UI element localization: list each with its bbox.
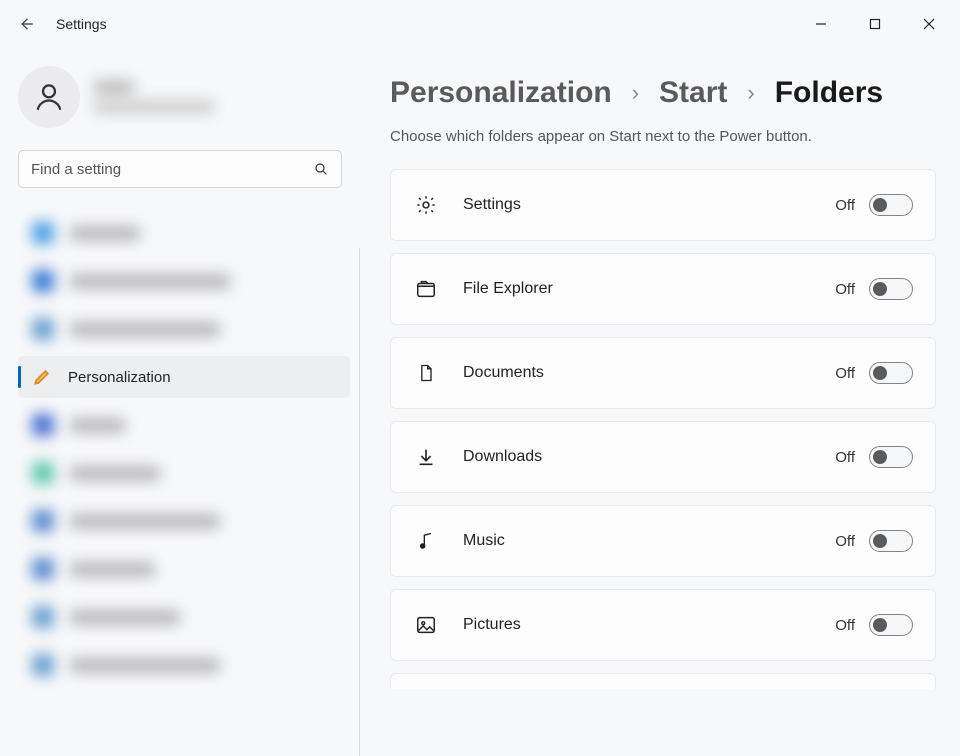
toggle-switch[interactable] xyxy=(869,278,913,300)
toggle-switch[interactable] xyxy=(869,530,913,552)
sidebar-item[interactable] xyxy=(18,596,350,638)
sidebar-item[interactable] xyxy=(18,500,350,542)
toggle-state-label: Off xyxy=(835,197,855,214)
maximize-icon xyxy=(869,18,881,30)
breadcrumb: Personalization › Start › Folders xyxy=(390,76,936,110)
toggle-switch[interactable] xyxy=(869,194,913,216)
sidebar-item-personalization[interactable]: Personalization xyxy=(18,356,350,398)
main-content: Personalization › Start › Folders Choose… xyxy=(360,48,960,756)
search-input[interactable] xyxy=(31,161,313,178)
breadcrumb-start[interactable]: Start xyxy=(659,76,727,110)
search-icon xyxy=(313,161,329,177)
back-arrow-icon xyxy=(17,15,35,33)
music-icon xyxy=(416,530,436,552)
sidebar-item[interactable] xyxy=(18,404,350,446)
toggle-state-label: Off xyxy=(835,281,855,298)
folder-card-settings: Settings Off xyxy=(390,169,936,241)
profile-section[interactable] xyxy=(18,56,350,146)
chevron-right-icon: › xyxy=(747,80,754,106)
document-icon xyxy=(416,362,436,384)
folder-label: File Explorer xyxy=(463,280,553,298)
breadcrumb-folders: Folders xyxy=(775,76,883,110)
search-box[interactable] xyxy=(18,150,342,188)
sidebar-item[interactable] xyxy=(18,260,350,302)
sidebar-item[interactable] xyxy=(18,308,350,350)
folder-card-music: Music Off xyxy=(390,505,936,577)
folder-label: Downloads xyxy=(463,448,542,466)
paintbrush-icon xyxy=(32,367,52,387)
breadcrumb-personalization[interactable]: Personalization xyxy=(390,76,612,110)
close-icon xyxy=(923,18,935,30)
toggle-state-label: Off xyxy=(835,449,855,466)
back-button[interactable] xyxy=(8,6,44,42)
folder-card-documents: Documents Off xyxy=(390,337,936,409)
minimize-button[interactable] xyxy=(798,8,844,40)
folder-label: Settings xyxy=(463,196,521,214)
chevron-right-icon: › xyxy=(632,80,639,106)
maximize-button[interactable] xyxy=(852,8,898,40)
sidebar-item[interactable] xyxy=(18,548,350,590)
sidebar-item[interactable] xyxy=(18,644,350,686)
file-explorer-icon xyxy=(415,278,437,300)
toggle-state-label: Off xyxy=(835,617,855,634)
folder-card-pictures: Pictures Off xyxy=(390,589,936,661)
toggle-state-label: Off xyxy=(835,365,855,382)
sidebar-item-label: Personalization xyxy=(68,369,171,386)
sidebar-divider xyxy=(359,248,360,756)
pictures-icon xyxy=(415,614,437,636)
folder-card-partial xyxy=(390,673,936,689)
page-description: Choose which folders appear on Start nex… xyxy=(390,128,936,145)
window-title: Settings xyxy=(56,16,107,32)
sidebar-item[interactable] xyxy=(18,212,350,254)
folder-toggle-list: Settings Off File Explorer Off Documents… xyxy=(390,169,936,689)
nav-list: Personalization xyxy=(18,212,350,686)
folder-label: Music xyxy=(463,532,505,550)
download-icon xyxy=(415,446,437,468)
avatar xyxy=(18,66,80,128)
folder-card-downloads: Downloads Off xyxy=(390,421,936,493)
folder-label: Pictures xyxy=(463,616,521,634)
toggle-state-label: Off xyxy=(835,533,855,550)
toggle-switch[interactable] xyxy=(869,614,913,636)
sidebar-item[interactable] xyxy=(18,452,350,494)
gear-icon xyxy=(415,194,437,216)
folder-label: Documents xyxy=(463,364,544,382)
toggle-switch[interactable] xyxy=(869,362,913,384)
folder-card-file-explorer: File Explorer Off xyxy=(390,253,936,325)
minimize-icon xyxy=(815,18,827,30)
toggle-switch[interactable] xyxy=(869,446,913,468)
person-icon xyxy=(32,80,66,114)
sidebar: Personalization xyxy=(0,48,360,756)
window-controls xyxy=(798,8,952,40)
close-button[interactable] xyxy=(906,8,952,40)
titlebar: Settings xyxy=(0,0,960,48)
profile-text xyxy=(94,80,214,114)
